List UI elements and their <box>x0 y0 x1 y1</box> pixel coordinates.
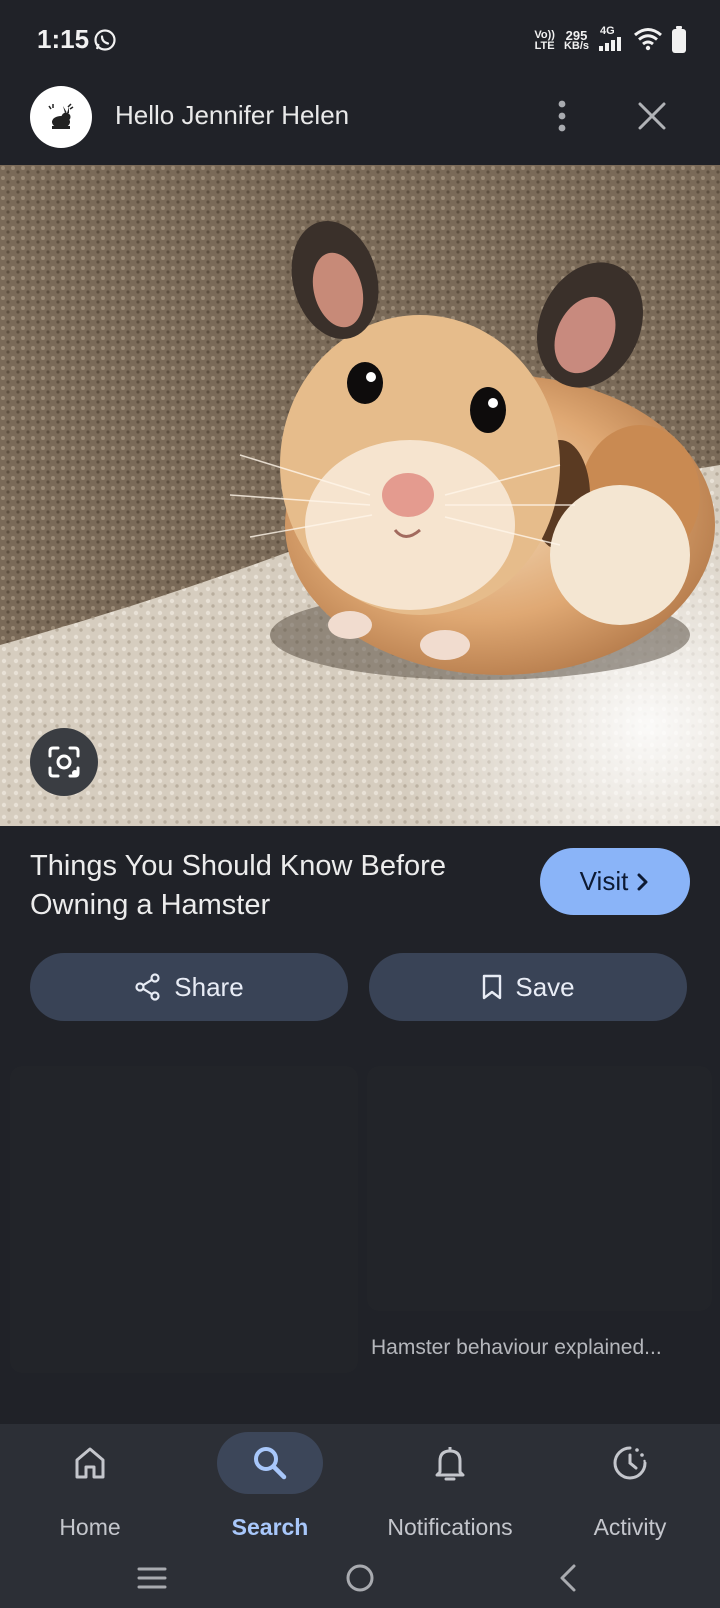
bottom-navigation: Home Search Notifications Activity <box>0 1424 720 1548</box>
nav-label-activity: Activity <box>593 1514 667 1540</box>
nav-label-home: Home <box>59 1514 121 1540</box>
whatsapp-icon <box>93 28 117 52</box>
pin-detail-screen: 1:15 Vo)) LTE 295 KB/s 4G Hello Jennifer… <box>0 0 720 1608</box>
lens-icon <box>48 746 80 778</box>
activity-icon <box>613 1446 647 1480</box>
status-time: 1:15 <box>37 24 90 54</box>
nav-pill-notifications <box>397 1432 503 1494</box>
more-vert-icon <box>558 100 566 132</box>
status-bar: 1:15 Vo)) LTE 295 KB/s 4G <box>0 0 720 80</box>
google-lens-button[interactable] <box>30 728 98 796</box>
network-speed: 295 KB/s <box>563 29 589 52</box>
nav-label-notifications: Notifications <box>387 1514 513 1540</box>
volte-indicator: Vo)) LTE <box>534 30 555 52</box>
save-button[interactable]: Save <box>369 953 687 1021</box>
share-label: Share <box>174 971 244 1002</box>
close-button[interactable] <box>632 94 672 138</box>
related-pin-caption[interactable]: Hamster behaviour explained... <box>371 1336 662 1360</box>
back-chevron-icon <box>560 1564 576 1592</box>
related-pin-card[interactable] <box>367 1066 712 1311</box>
signal-block: 4G <box>598 26 624 56</box>
signal-icon <box>598 37 624 56</box>
related-pin-card[interactable] <box>10 1066 358 1373</box>
network-type: 4G <box>600 25 615 37</box>
nav-pill-home <box>37 1432 143 1494</box>
save-label: Save <box>515 971 575 1002</box>
top-app-bar: Hello Jennifer Helen <box>0 80 720 165</box>
wifi-icon <box>633 27 663 56</box>
system-navigation-bar <box>0 1548 720 1608</box>
back-button[interactable] <box>538 1556 598 1600</box>
nav-item-search[interactable]: Search <box>180 1424 360 1548</box>
bell-icon <box>435 1447 465 1481</box>
nav-pill-search <box>217 1432 323 1494</box>
pin-title: Things You Should Know Before Owning a H… <box>30 850 446 921</box>
bunny-avatar-icon <box>48 103 74 129</box>
recent-apps-button[interactable] <box>122 1556 182 1600</box>
avatar[interactable] <box>30 86 92 148</box>
close-icon <box>638 102 666 130</box>
home-system-button[interactable] <box>330 1556 390 1600</box>
battery-icon <box>672 26 686 53</box>
pin-image[interactable] <box>0 165 720 826</box>
status-indicators: Vo)) LTE 295 KB/s 4G <box>534 24 686 58</box>
visit-label: Visit <box>579 866 629 896</box>
bookmark-icon <box>483 974 502 1000</box>
home-icon <box>75 1447 105 1479</box>
nav-item-activity[interactable]: Activity <box>540 1424 720 1548</box>
chevron-right-icon <box>637 873 648 890</box>
search-icon <box>254 1447 287 1480</box>
visit-button[interactable]: Visit <box>540 848 690 915</box>
greeting-text: Hello Jennifer Helen <box>115 100 350 130</box>
menu-icon <box>137 1567 167 1589</box>
nav-pill-activity <box>577 1432 683 1494</box>
nav-label-search: Search <box>231 1514 309 1540</box>
speed-unit: KB/s <box>563 40 589 52</box>
circle-home-icon <box>346 1564 374 1592</box>
share-button[interactable]: Share <box>30 953 348 1021</box>
nav-item-notifications[interactable]: Notifications <box>360 1424 540 1548</box>
more-options-button[interactable] <box>544 96 580 136</box>
nav-item-home[interactable]: Home <box>0 1424 180 1548</box>
volte-bottom: LTE <box>534 40 555 52</box>
share-icon <box>135 973 160 1001</box>
